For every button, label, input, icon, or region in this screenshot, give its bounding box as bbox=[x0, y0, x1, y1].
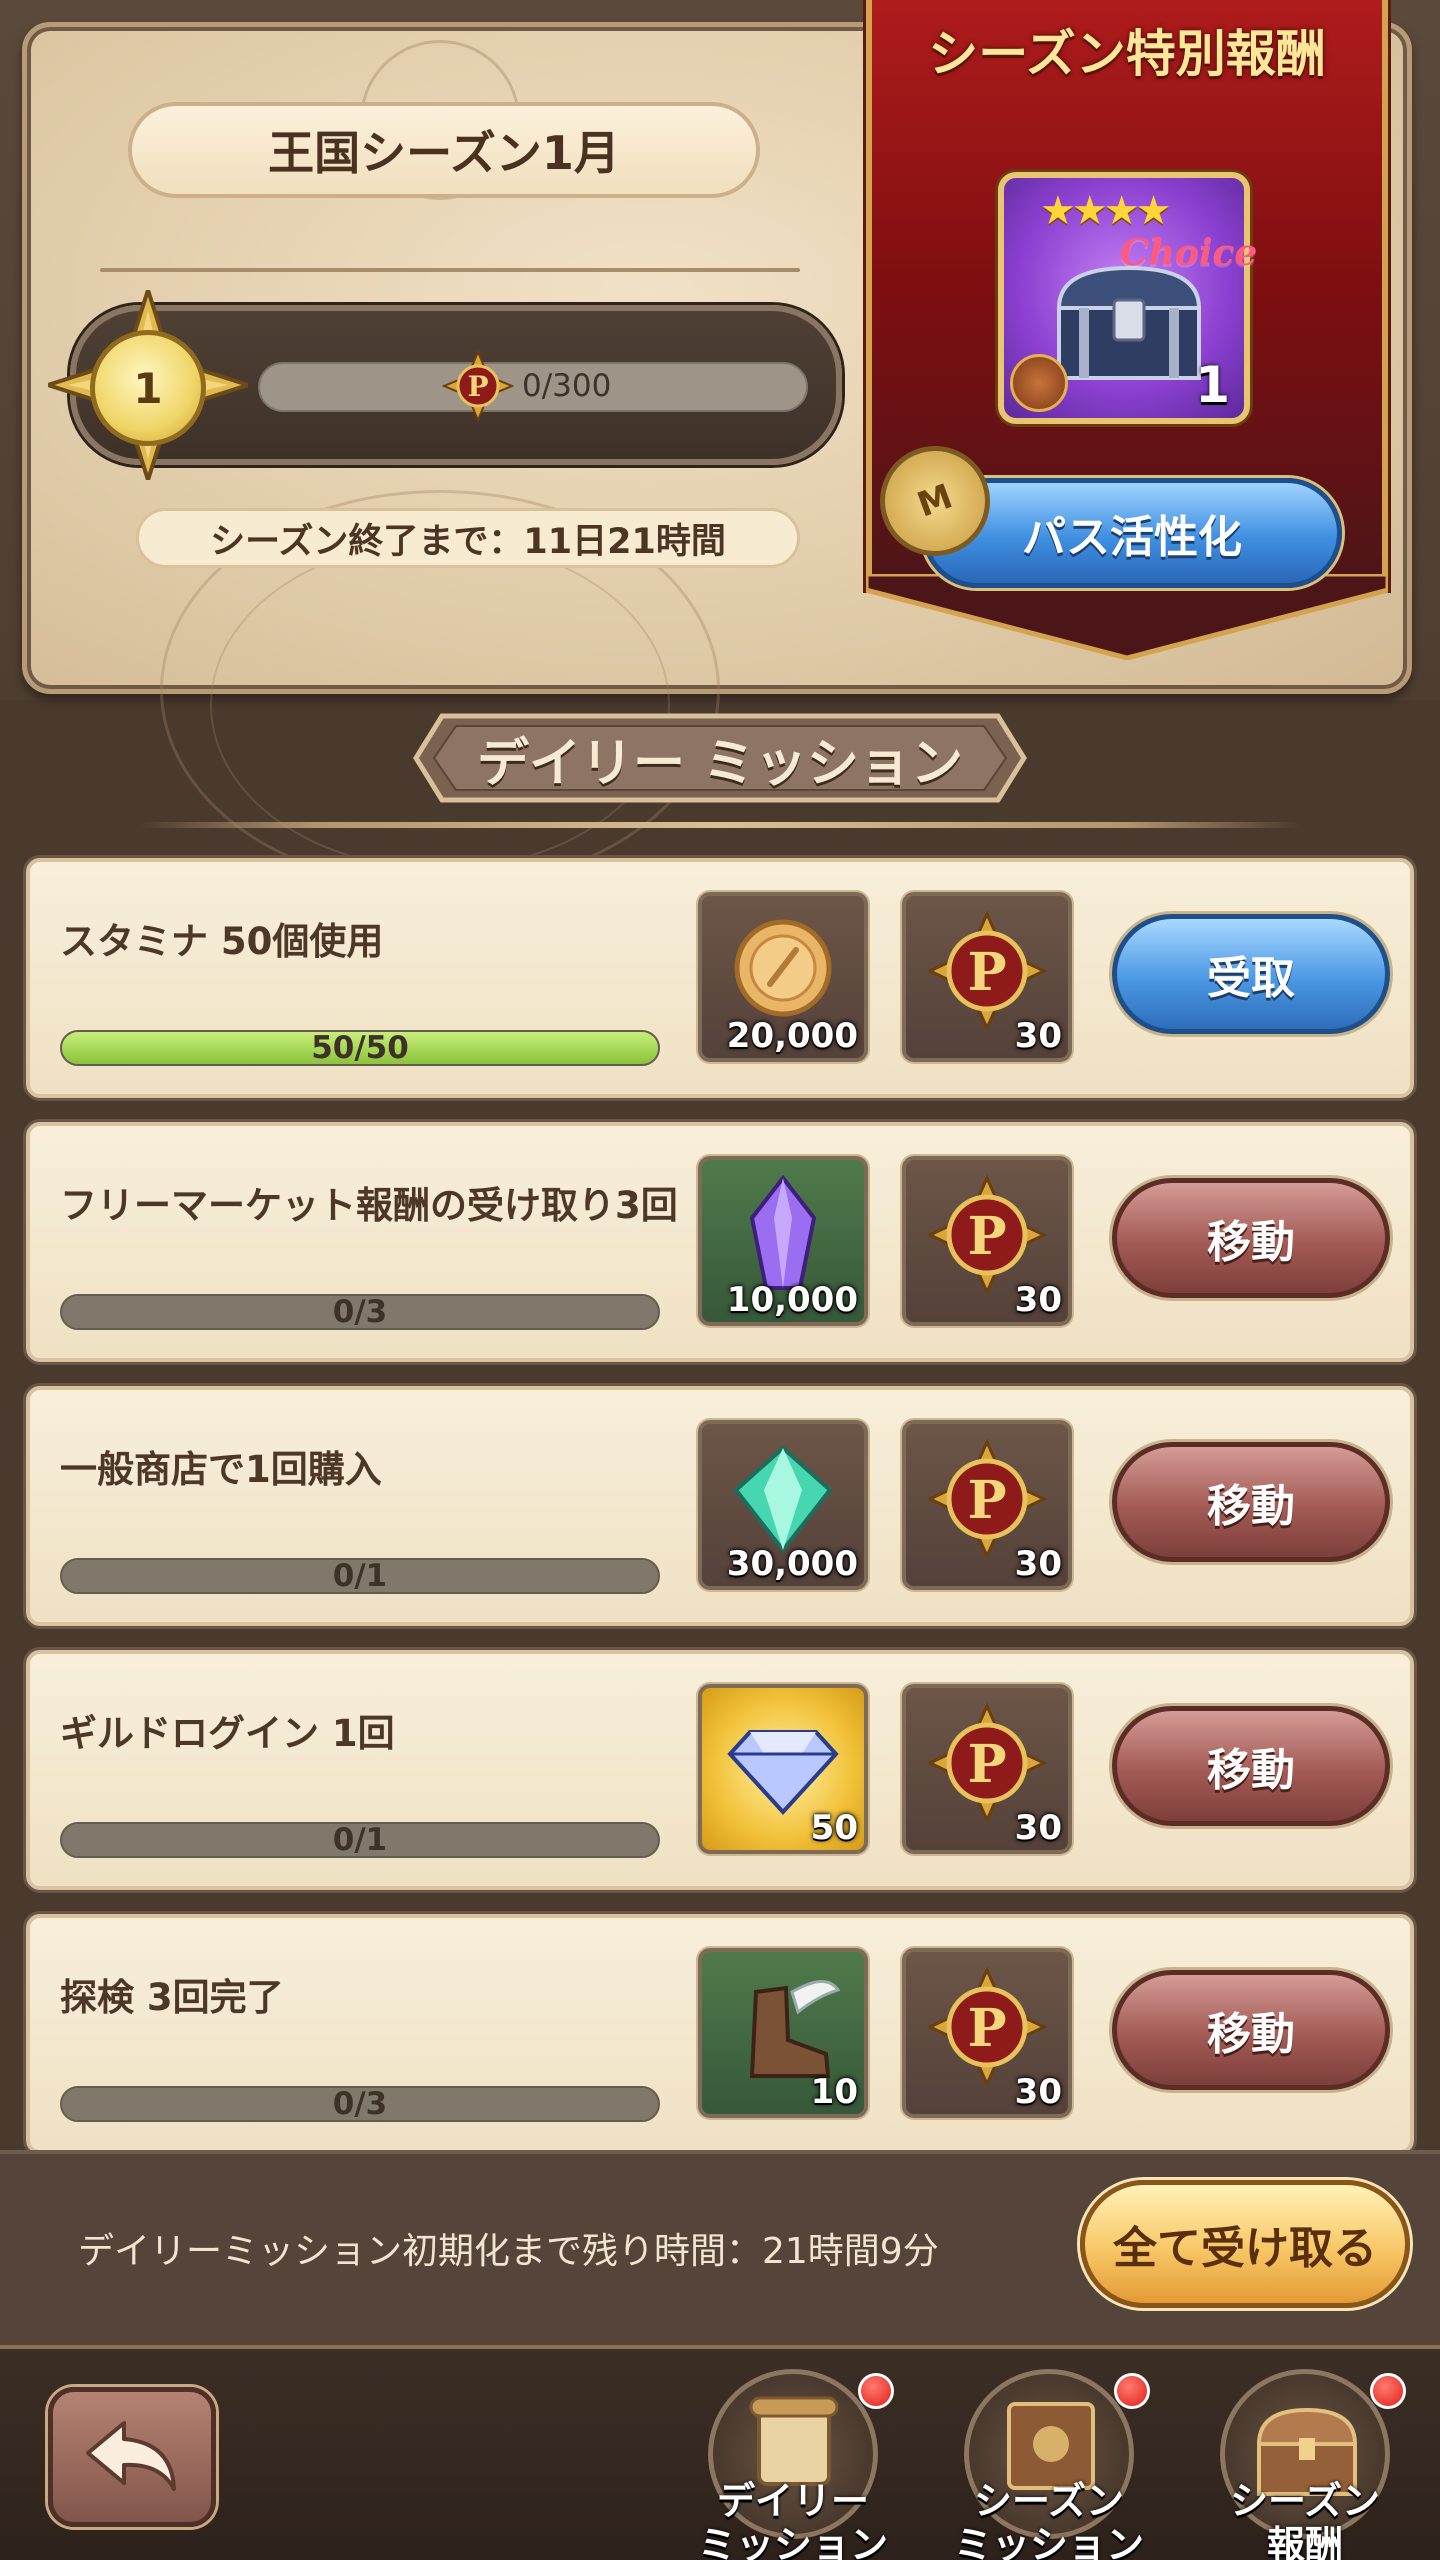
green-gem-icon bbox=[733, 1445, 833, 1554]
mission-progress-text: 0/3 bbox=[332, 2086, 388, 2122]
reward-point-slot[interactable]: P 30 bbox=[902, 892, 1072, 1062]
tab-label: シーズン ミッション bbox=[953, 2479, 1144, 2560]
reward-item-slot[interactable]: 20,000 bbox=[698, 892, 868, 1062]
winged-boot-icon bbox=[749, 1980, 841, 2078]
move-button[interactable]: 移動 bbox=[1112, 1178, 1390, 1298]
mission-progress-text: 0/3 bbox=[332, 1294, 388, 1330]
svg-text:P: P bbox=[467, 370, 488, 403]
tab-label: シーズン 報酬 bbox=[1229, 2479, 1381, 2560]
reward-item-slot[interactable]: 50 bbox=[698, 1684, 868, 1854]
helmet-icon bbox=[1010, 354, 1068, 412]
mission-title: 探検 3回完了 bbox=[60, 1976, 284, 2019]
reward-item-count: 50 bbox=[810, 1808, 858, 1848]
reward-point-count: 30 bbox=[1014, 1016, 1062, 1056]
mission-row: ギルドログイン 1回 0/1 50 P 30 移動 bbox=[26, 1650, 1414, 1890]
special-reward-title: シーズン特別報酬 bbox=[928, 25, 1326, 83]
tab-season-mission[interactable]: シーズン ミッション bbox=[954, 2369, 1150, 2560]
gold-coin-icon bbox=[734, 919, 832, 1017]
mission-row: 一般商店で1回購入 0/1 30,000 P 30 移動 bbox=[26, 1386, 1414, 1626]
claim-button[interactable]: 受取 bbox=[1112, 914, 1390, 1034]
mission-progress-text: 0/1 bbox=[332, 1558, 388, 1594]
reward-point-slot[interactable]: P 30 bbox=[902, 1420, 1072, 1590]
purple-crystal-icon bbox=[749, 1174, 817, 1290]
season-end-timer: シーズン終了まで：11日21時間 bbox=[136, 508, 800, 568]
star-rating: ★★★★ bbox=[1040, 188, 1171, 234]
reward-item-slot[interactable]: 30,000 bbox=[698, 1420, 868, 1590]
mission-progress-bar: 0/3 bbox=[60, 2086, 660, 2122]
svg-text:P: P bbox=[967, 942, 1006, 1003]
notification-dot bbox=[858, 2373, 894, 2409]
section-divider bbox=[140, 822, 1300, 828]
notification-dot bbox=[1370, 2373, 1406, 2409]
reward-point-slot[interactable]: P 30 bbox=[902, 1156, 1072, 1326]
reward-point-slot[interactable]: P 30 bbox=[902, 1684, 1072, 1854]
season-point-icon: P bbox=[926, 1174, 1048, 1296]
season-level-number: 1 bbox=[90, 330, 206, 446]
reward-point-slot[interactable]: P 30 bbox=[902, 1948, 1072, 2118]
season-progress-text: 0/300 bbox=[522, 368, 612, 404]
season-point-icon: P bbox=[442, 350, 514, 422]
season-point-icon: P bbox=[926, 1966, 1048, 2088]
svg-text:P: P bbox=[967, 1470, 1006, 1531]
notification-dot bbox=[1114, 2373, 1150, 2409]
choice-label: Choice bbox=[1120, 232, 1258, 274]
season-point-icon: P bbox=[926, 1702, 1048, 1824]
reward-item-count: 10,000 bbox=[726, 1280, 858, 1320]
reward-point-count: 30 bbox=[1014, 2072, 1062, 2112]
divider bbox=[100, 268, 800, 272]
mission-title: スタミナ 50個使用 bbox=[60, 920, 384, 963]
reward-point-count: 30 bbox=[1014, 1544, 1062, 1584]
mission-row: スタミナ 50個使用 50/50 20,000 P 30 受取 bbox=[26, 858, 1414, 1098]
reward-item-slot[interactable]: 10,000 bbox=[698, 1156, 868, 1326]
mission-progress-text: 50/50 bbox=[311, 1030, 409, 1066]
choice-chest-reward[interactable]: ★★★★ Choice 1 bbox=[998, 172, 1257, 424]
reward-point-count: 30 bbox=[1014, 1808, 1062, 1848]
reward-item-count: 20,000 bbox=[726, 1016, 858, 1056]
season-point-icon: P bbox=[926, 910, 1048, 1032]
reward-item-count: 30,000 bbox=[726, 1544, 858, 1584]
mission-progress-bar: 0/3 bbox=[60, 1294, 660, 1330]
tab-label: デイリー ミッション bbox=[697, 2479, 888, 2560]
season-point-icon: P bbox=[926, 1438, 1048, 1560]
mission-progress-bar: 50/50 bbox=[60, 1030, 660, 1066]
mission-progress-text: 0/1 bbox=[332, 1822, 388, 1858]
mission-title: フリーマーケット報酬の受け取り3回 bbox=[60, 1184, 678, 1227]
daily-reset-timer: デイリーミッション初期化まで残り時間：21時間9分 bbox=[78, 2231, 939, 2272]
mission-row: フリーマーケット報酬の受け取り3回 0/3 10,000 P 30 移動 bbox=[26, 1122, 1414, 1362]
special-reward-banner[interactable]: シーズン特別報酬 ★★★★ Choice 1 パス活性化 M bbox=[864, 0, 1388, 660]
claim-all-button[interactable]: 全て受け取る bbox=[1080, 2180, 1410, 2308]
svg-text:P: P bbox=[967, 1734, 1006, 1795]
diamond-icon bbox=[727, 1730, 839, 1815]
move-button[interactable]: 移動 bbox=[1112, 1706, 1390, 1826]
decorative-ring bbox=[210, 540, 670, 870]
bottom-nav: デイリー ミッション シーズン ミッション シーズン 報酬 bbox=[0, 2345, 1440, 2560]
mission-progress-bar: 0/1 bbox=[60, 1558, 660, 1594]
svg-text:P: P bbox=[967, 1206, 1006, 1267]
tab-season-reward[interactable]: シーズン 報酬 bbox=[1210, 2369, 1406, 2560]
season-title: 王国シーズン1月 bbox=[128, 102, 760, 198]
tab-daily-mission[interactable]: デイリー ミッション bbox=[698, 2369, 894, 2560]
reward-point-count: 30 bbox=[1014, 1280, 1062, 1320]
section-title: デイリー ミッション bbox=[476, 733, 964, 794]
mission-title: 一般商店で1回購入 bbox=[60, 1448, 382, 1491]
back-button[interactable] bbox=[48, 2387, 216, 2527]
back-arrow-icon bbox=[86, 2421, 176, 2491]
reward-count: 1 bbox=[1195, 356, 1230, 414]
season-level-badge: 1 bbox=[48, 290, 248, 480]
mission-progress-bar: 0/1 bbox=[60, 1822, 660, 1858]
reward-item-slot[interactable]: 10 bbox=[698, 1948, 868, 2118]
mission-title: ギルドログイン 1回 bbox=[60, 1712, 395, 1755]
mission-row: 探検 3回完了 0/3 10 P 30 移動 bbox=[26, 1914, 1414, 2154]
move-button[interactable]: 移動 bbox=[1112, 1970, 1390, 2090]
svg-text:P: P bbox=[967, 1998, 1006, 2059]
move-button[interactable]: 移動 bbox=[1112, 1442, 1390, 1562]
reward-item-count: 10 bbox=[810, 2072, 858, 2112]
